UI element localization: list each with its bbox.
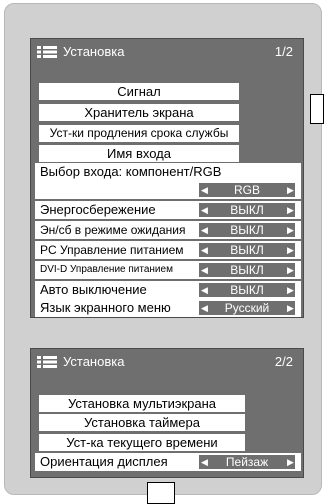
arrow-right-icon[interactable]: ▶ [287,223,294,237]
arrow-left-icon[interactable]: ◀ [201,263,208,277]
arrow-right-icon[interactable]: ▶ [287,301,294,315]
setting-value[interactable]: ◀ ВЫКЛ ▶ [199,263,295,277]
setting-value[interactable]: ◀ ВЫКЛ ▶ [199,283,295,297]
multi-display-button[interactable]: Установка мультиэкрана [39,395,245,412]
bottom-indicator-box [147,482,175,504]
arrow-right-icon[interactable]: ▶ [287,455,294,469]
panel-header: Установка 2/2 [31,349,303,375]
arrow-right-icon[interactable]: ▶ [287,283,294,297]
osd-language-row[interactable]: Язык экранного меню ◀ Русский ▶ [35,299,301,317]
standby-save-row[interactable]: Эн/сб в режиме ожидания ◀ ВЫКЛ ▶ [35,221,301,239]
panel-title: Установка [63,354,125,369]
arrow-right-icon[interactable]: ▶ [287,263,294,277]
arrow-left-icon[interactable]: ◀ [201,203,208,217]
arrow-left-icon[interactable]: ◀ [201,301,208,315]
arrow-left-icon[interactable]: ◀ [201,183,208,197]
time-setup-button[interactable]: Уст-ка текущего времени [39,434,245,451]
side-indicator-box [310,94,324,124]
input-select-label: Выбор входа: компонент/RGB [40,164,222,179]
power-save-row[interactable]: Энергосбережение ◀ ВЫКЛ ▶ [35,201,301,219]
setting-label: Эн/сб в режиме ожидания [40,223,186,237]
arrow-left-icon[interactable]: ◀ [201,223,208,237]
setting-label: PC Управление питанием [40,243,184,257]
timer-setup-button[interactable]: Установка таймера [39,414,245,431]
setting-label: DVI-D Управление питанием [40,264,173,275]
input-select-value[interactable]: ◀ RGB ▶ [199,183,295,197]
arrow-right-icon[interactable]: ▶ [287,243,294,257]
setup-panel-2: Установка 2/2 Установка мультиэкрана Уст… [30,348,304,478]
setting-label: Ориентация дисплея [40,454,168,469]
auto-power-off-row[interactable]: Авто выключение ◀ ВЫКЛ ▶ [35,281,301,299]
panel-header: Установка 1/2 [31,39,303,65]
input-select-row[interactable]: Выбор входа: компонент/RGB ◀ RGB ▶ [35,163,301,199]
pc-power-management-row[interactable]: PC Управление питанием ◀ ВЫКЛ ▶ [35,241,301,259]
arrow-right-icon[interactable]: ▶ [287,183,294,197]
arrow-left-icon[interactable]: ◀ [201,243,208,257]
setting-value[interactable]: ◀ ВЫКЛ ▶ [199,243,295,257]
setting-label: Авто выключение [40,282,147,297]
setting-label: Энергосбережение [40,202,156,217]
setting-value[interactable]: ◀ ВЫКЛ ▶ [199,223,295,237]
setting-label: Язык экранного меню [40,300,171,315]
arrow-left-icon[interactable]: ◀ [201,455,208,469]
setup-panel-1: Установка 1/2 Сигнал Хранитель экрана Ус… [30,38,304,318]
display-orientation-row[interactable]: Ориентация дисплея ◀ Пейзаж ▶ [35,453,301,471]
arrow-left-icon[interactable]: ◀ [201,283,208,297]
setting-value[interactable]: ◀ ВЫКЛ ▶ [199,203,295,217]
setting-value[interactable]: ◀ Пейзаж ▶ [199,455,295,469]
extended-life-button[interactable]: Уст-ки продления срока службы [39,125,239,142]
menu-icon [37,356,57,368]
input-label-button[interactable]: Имя входа [39,145,239,162]
arrow-right-icon[interactable]: ▶ [287,203,294,217]
page-indicator: 2/2 [274,354,293,369]
signal-button[interactable]: Сигнал [39,83,239,100]
setting-value[interactable]: ◀ Русский ▶ [199,301,295,315]
panel-title: Установка [63,44,125,59]
screensaver-button[interactable]: Хранитель экрана [39,104,239,121]
menu-icon [37,46,57,58]
dvi-power-management-row[interactable]: DVI-D Управление питанием ◀ ВЫКЛ ▶ [35,261,301,279]
page-indicator: 1/2 [274,44,293,59]
